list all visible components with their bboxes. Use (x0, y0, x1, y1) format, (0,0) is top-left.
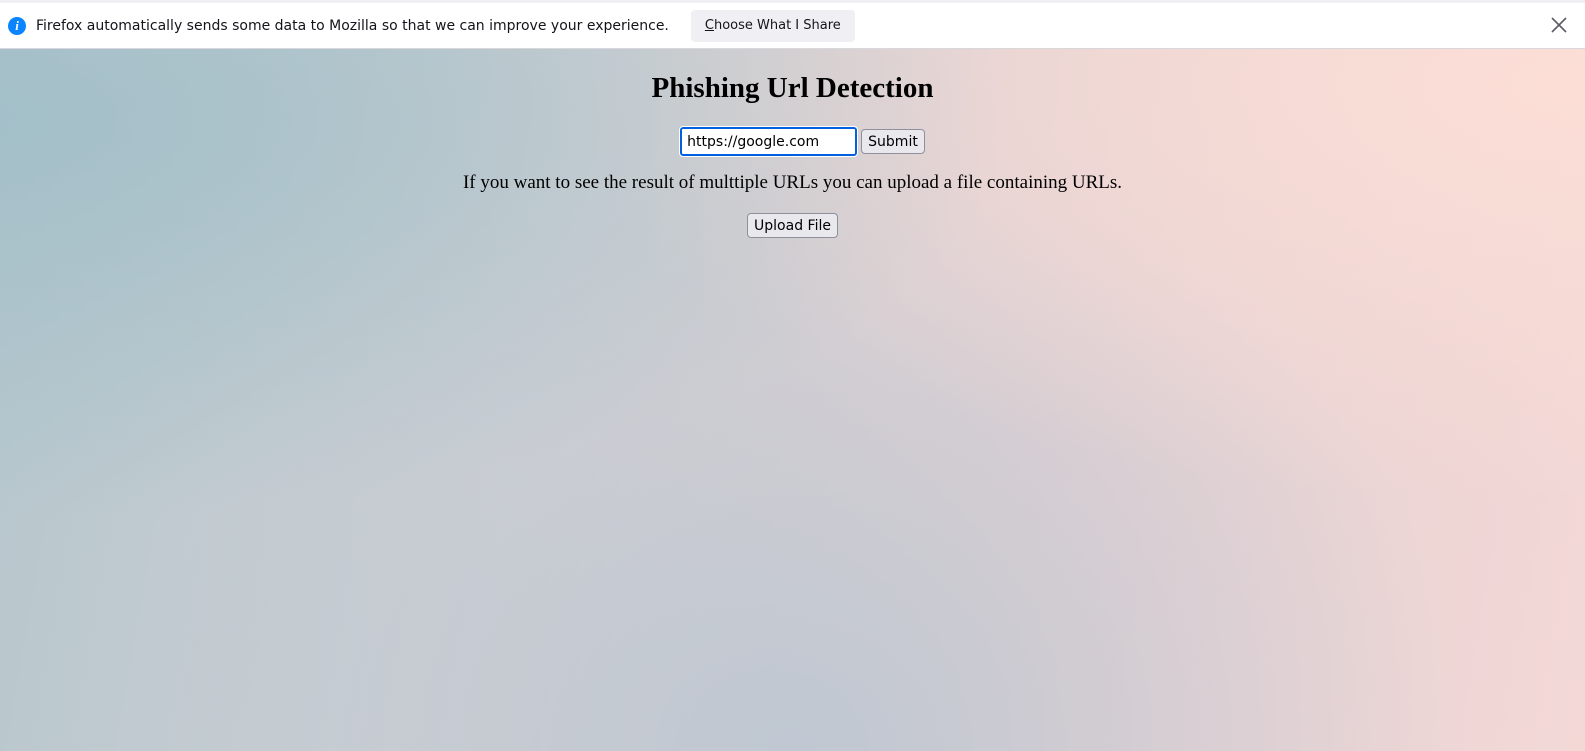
page-content: Phishing Url Detection Submit If you wan… (0, 49, 1585, 751)
button-label: hoose What I Share (713, 18, 841, 33)
url-input[interactable] (679, 126, 859, 157)
url-form: Submit (0, 126, 1585, 157)
notification-message: Firefox automatically sends some data to… (36, 17, 669, 34)
upload-row: Upload File (0, 213, 1585, 238)
upload-instructions: If you want to see the result of multtip… (462, 172, 1123, 193)
submit-button[interactable]: Submit (861, 129, 925, 154)
info-icon: i (8, 16, 26, 35)
upload-file-button[interactable]: Upload File (747, 213, 838, 238)
close-icon[interactable] (1547, 13, 1571, 37)
firefox-notification-bar: i Firefox automatically sends some data … (0, 0, 1585, 49)
button-access-key: C (704, 18, 714, 33)
choose-what-i-share-button[interactable]: Choose What I Share (690, 9, 855, 42)
page-title: Phishing Url Detection (651, 72, 934, 104)
